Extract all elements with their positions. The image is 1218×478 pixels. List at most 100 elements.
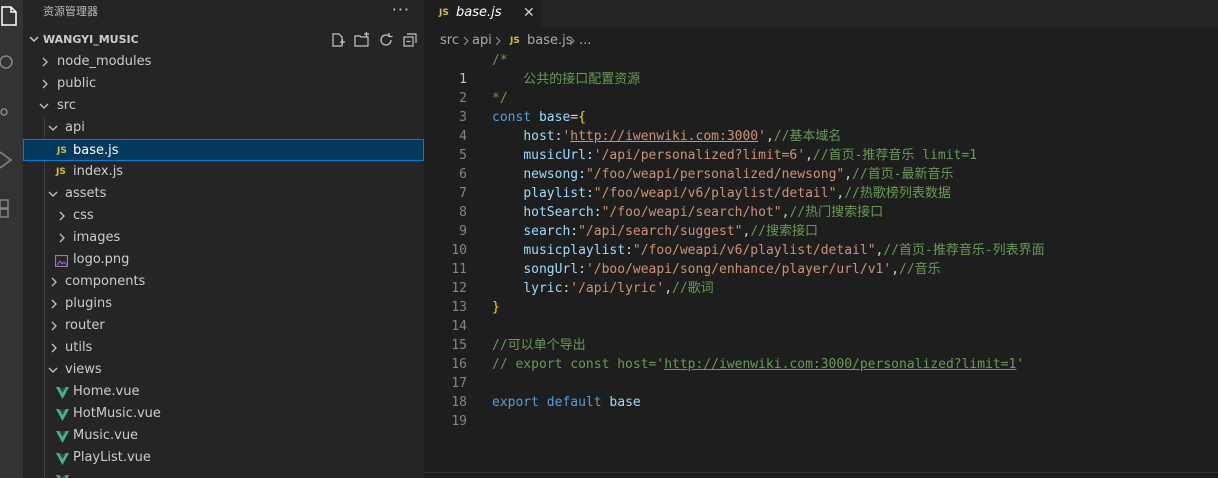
chevron-right-icon bbox=[41, 73, 53, 95]
tree-item-label: base.js bbox=[73, 143, 119, 158]
chevron-right-icon bbox=[58, 205, 70, 227]
tree-item-utils[interactable]: utils bbox=[23, 337, 424, 359]
identifier: base bbox=[609, 395, 641, 410]
chevron-right-icon bbox=[50, 315, 62, 337]
comment: //首页-推荐音乐 limit=1 bbox=[812, 148, 978, 163]
url-link[interactable]: http://iwenwiki.com:3000/personalized?li… bbox=[664, 357, 1016, 372]
tab-base-js[interactable]: JS base.js ✕ bbox=[424, 0, 541, 26]
string: "/foo/weapi/v6/playlist/detail" bbox=[593, 186, 837, 201]
tree-item-label: node_modules bbox=[57, 54, 152, 69]
code-line: 18 bbox=[424, 374, 1218, 410]
collapse-all-icon[interactable] bbox=[402, 32, 418, 48]
property: songUrl bbox=[523, 262, 579, 277]
breadcrumb-more[interactable]: ... bbox=[579, 30, 591, 52]
project-folder-header[interactable]: WANGYI_MUSIC bbox=[23, 29, 424, 51]
tree-item-node-modules[interactable]: node_modules bbox=[23, 51, 424, 73]
comment: ' bbox=[1016, 357, 1025, 372]
string: '/boo/weapi/song/enhance/player/url/v1' bbox=[585, 262, 892, 277]
explorer-title: 资源管理器 bbox=[43, 5, 98, 18]
comment: //歌词 bbox=[672, 281, 714, 296]
code-line: 3 */ bbox=[424, 89, 1218, 125]
line-content: search:"/api/search/suggest",//搜索接口 bbox=[523, 224, 818, 239]
comment: //可以单个导出 bbox=[492, 338, 586, 353]
tree-item-label: plugins bbox=[65, 296, 112, 311]
tree-item-assets[interactable]: assets bbox=[23, 183, 424, 205]
code-line: 16 //可以单个导出 bbox=[424, 336, 1218, 372]
comment: /* bbox=[492, 53, 508, 68]
tree-item-label: components bbox=[65, 274, 146, 289]
tree-item-label: images bbox=[73, 230, 121, 245]
indent-guide bbox=[44, 293, 45, 315]
line-content: export default base bbox=[492, 393, 641, 412]
tree-item-playlist-vue[interactable]: PlayList.vue bbox=[23, 447, 424, 469]
breadcrumb-src[interactable]: src bbox=[440, 30, 459, 52]
tree-item-home-vue[interactable]: Home.vue bbox=[23, 381, 424, 403]
new-folder-icon[interactable] bbox=[354, 32, 370, 48]
line-content: //可以单个导出 bbox=[492, 336, 586, 355]
tree-item-public[interactable]: public bbox=[23, 73, 424, 95]
refresh-icon[interactable] bbox=[378, 32, 394, 48]
line-content: musicplaylist:"/foo/weapi/v6/playlist/de… bbox=[523, 243, 1045, 258]
property: lyric bbox=[523, 281, 563, 296]
indent-guide bbox=[44, 227, 45, 249]
code-line: 5 host:'http://iwenwiki.com:3000',//基本域名 bbox=[424, 127, 1218, 163]
vue-file-icon bbox=[56, 408, 69, 421]
search-icon[interactable] bbox=[0, 50, 20, 74]
breadcrumb-api[interactable]: api bbox=[472, 30, 492, 52]
comment: //基本域名 bbox=[773, 129, 842, 144]
explorer-icon[interactable] bbox=[0, 4, 20, 28]
indent-guide bbox=[44, 249, 45, 271]
chevron-down-icon bbox=[48, 117, 60, 139]
tree-item-css[interactable]: css bbox=[23, 205, 424, 227]
vue-file-icon bbox=[56, 430, 69, 443]
tree-item-plugins[interactable]: plugins bbox=[23, 293, 424, 315]
new-file-icon[interactable] bbox=[330, 32, 346, 48]
chevron-down-icon bbox=[48, 359, 60, 381]
bracket: { bbox=[578, 110, 586, 125]
indent-guide bbox=[44, 359, 45, 381]
js-file-icon: JS bbox=[56, 167, 66, 177]
chevron-down-icon bbox=[48, 183, 60, 205]
code-line: 9 hotSearch:"/foo/weapi/search/hot",//热门… bbox=[424, 203, 1218, 239]
tree-item-index-js[interactable]: JS index.js bbox=[23, 161, 424, 183]
code-line: 15 bbox=[424, 317, 1218, 353]
tree-item-logo-png[interactable]: logo.png bbox=[23, 249, 424, 271]
close-icon[interactable]: ✕ bbox=[523, 0, 535, 26]
url-link[interactable]: http://iwenwiki.com:3000 bbox=[570, 129, 758, 144]
tree-item-label: router bbox=[65, 318, 105, 333]
tree-item-router[interactable]: router bbox=[23, 315, 424, 337]
code-line: 14 } bbox=[424, 298, 1218, 334]
tree-item-components[interactable]: components bbox=[23, 271, 424, 293]
line-content: */ bbox=[492, 89, 508, 108]
tab-label: base.js bbox=[456, 5, 502, 20]
tree-item-music-vue[interactable]: Music.vue bbox=[23, 425, 424, 447]
tree-item-src[interactable]: src bbox=[23, 95, 424, 117]
comment: */ bbox=[492, 91, 508, 106]
breadcrumb-file[interactable]: base.js bbox=[527, 30, 573, 52]
line-content: const base={ bbox=[492, 108, 586, 127]
source-control-icon[interactable] bbox=[0, 100, 20, 124]
tree-item-label: api bbox=[65, 120, 85, 135]
tree-item-label: views bbox=[65, 362, 102, 377]
comment: //首页-最新音乐 bbox=[852, 167, 954, 182]
extensions-icon[interactable] bbox=[0, 196, 20, 220]
indent-guide bbox=[44, 161, 45, 183]
tree-item-images[interactable]: images bbox=[23, 227, 424, 249]
line-content: 公共的接口配置资源 bbox=[492, 70, 640, 89]
more-actions-icon[interactable]: ··· bbox=[392, 0, 410, 22]
property: newsong bbox=[523, 167, 579, 182]
tree-item-hotmusic-vue[interactable]: HotMusic.vue bbox=[23, 403, 424, 425]
chevron-down-icon bbox=[39, 95, 51, 117]
tree-item-base-js[interactable]: JS base.js bbox=[23, 139, 424, 161]
tree-item-label: assets bbox=[65, 186, 107, 201]
line-content: musicUrl:'/api/personalized?limit=6',//首… bbox=[523, 148, 978, 163]
tree-item-api[interactable]: api bbox=[23, 117, 424, 139]
code-line: 2 公共的接口配置资源 bbox=[424, 70, 1218, 106]
tree-item-label: logo.png bbox=[73, 252, 130, 267]
string: "/foo/weapi/v6/playlist/detail" bbox=[632, 243, 876, 258]
indent-guide bbox=[44, 205, 45, 227]
property: playlist bbox=[523, 186, 586, 201]
run-debug-icon[interactable] bbox=[0, 148, 20, 172]
tree-item-views[interactable]: views bbox=[23, 359, 424, 381]
tree-item-partial[interactable] bbox=[23, 469, 424, 478]
